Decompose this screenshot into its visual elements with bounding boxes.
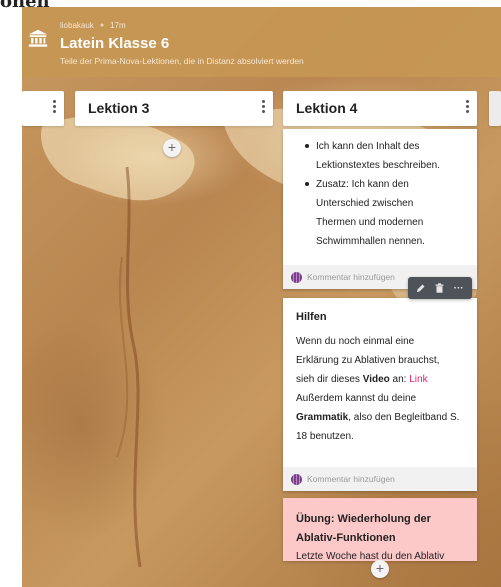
user-avatar — [291, 271, 302, 283]
list-item-line: Lektionstextes beschreiben. — [316, 160, 440, 171]
more-icon[interactable]: ··· — [452, 281, 466, 295]
post-body-line: sieh dir dieses Video an: Link — [296, 370, 468, 389]
post-body: Letzte Woche hast du den Ablativ — [296, 551, 445, 561]
list-item: Ich kann den Inhalt des Lektionstextes b… — [303, 137, 463, 175]
board-author[interactable]: liobakauk — [60, 21, 94, 30]
board-title: Latein Klasse 6 — [60, 35, 170, 52]
list-item-line: Zusatz: Ich kann den — [316, 179, 409, 190]
text-fragment: , also den Begleitband S. — [348, 412, 460, 423]
user-avatar — [291, 473, 302, 485]
board-timestamp: 17m — [110, 21, 126, 30]
add-comment-field[interactable]: Kommentar hinzufügen — [283, 467, 477, 491]
comment-placeholder: Kommentar hinzufügen — [307, 474, 395, 484]
post-body-line: Außerdem kannst du deine — [296, 393, 417, 404]
board-header: liobakauk ● 17m Latein Klasse 6 Teile de… — [22, 7, 501, 77]
post-title: Übung: Wiederholung der Ablativ-Funktion… — [296, 513, 431, 544]
add-post-button[interactable]: + — [371, 560, 389, 578]
pencil-icon[interactable] — [414, 281, 428, 295]
post-card-hilfen[interactable]: Hilfen Wenn du noch einmal eine Erklärun… — [283, 298, 477, 491]
list-item-line: Thermen und modernen — [316, 217, 424, 228]
board: liobakauk ● 17m Latein Klasse 6 Teile de… — [22, 7, 501, 587]
text-fragment: sieh dir dieses — [296, 374, 363, 385]
post-body-line: Grammatik, also den Begleitband S. — [296, 408, 468, 427]
trash-icon[interactable] — [433, 281, 447, 295]
post-card-exercise[interactable]: Übung: Wiederholung der Ablativ-Funktion… — [283, 498, 477, 561]
list-item: Zusatz: Ich kann den Unterschied zwische… — [303, 175, 463, 251]
post-body-line: Wenn du noch einmal eine — [296, 336, 415, 347]
list-item-line: Ich kann den Inhalt des — [316, 141, 420, 152]
column-header-lektion-3[interactable]: Lektion 3 — [75, 91, 273, 126]
column-header-partial-left[interactable] — [22, 91, 64, 126]
post-body-line: Erklärung zu Ablativen brauchst, — [296, 355, 440, 366]
bold-text: Video — [362, 374, 390, 385]
add-post-button[interactable]: + — [163, 139, 181, 157]
column-menu-icon[interactable] — [258, 97, 268, 115]
bullet-list: Ich kann den Inhalt des Lektionstextes b… — [283, 129, 477, 251]
column-title: Lektion 3 — [88, 100, 150, 116]
bold-text: Grammatik — [296, 412, 349, 423]
comment-placeholder: Kommentar hinzufügen — [307, 272, 395, 282]
column-header-partial-right[interactable] — [489, 91, 501, 126]
post-title: Hilfen — [296, 311, 327, 323]
list-item-line: Schwimmhallen nennen. — [316, 236, 425, 247]
board-description: Teile der Prima-Nova-Lektionen, die in D… — [60, 56, 304, 66]
post-body-line: 18 benutzen. — [296, 431, 354, 442]
column-menu-icon[interactable] — [49, 97, 59, 115]
post-body: Wenn du noch einmal eine Erklärung zu Ab… — [296, 332, 468, 446]
list-item-line: Unterschied zwischen — [316, 198, 414, 209]
column-menu-icon[interactable] — [462, 97, 472, 115]
post-action-toolbar: ··· — [408, 277, 472, 299]
post-card-learning-goals[interactable]: Ich kann den Inhalt des Lektionstextes b… — [283, 129, 477, 289]
text-fragment: an: — [389, 374, 410, 385]
board-meta: liobakauk ● 17m — [60, 21, 126, 30]
column-title: Lektion 4 — [296, 100, 358, 116]
video-link[interactable]: Link — [409, 374, 427, 385]
column-header-lektion-4[interactable]: Lektion 4 — [283, 91, 477, 126]
museum-icon[interactable] — [27, 27, 49, 49]
meta-separator: ● — [99, 22, 105, 29]
